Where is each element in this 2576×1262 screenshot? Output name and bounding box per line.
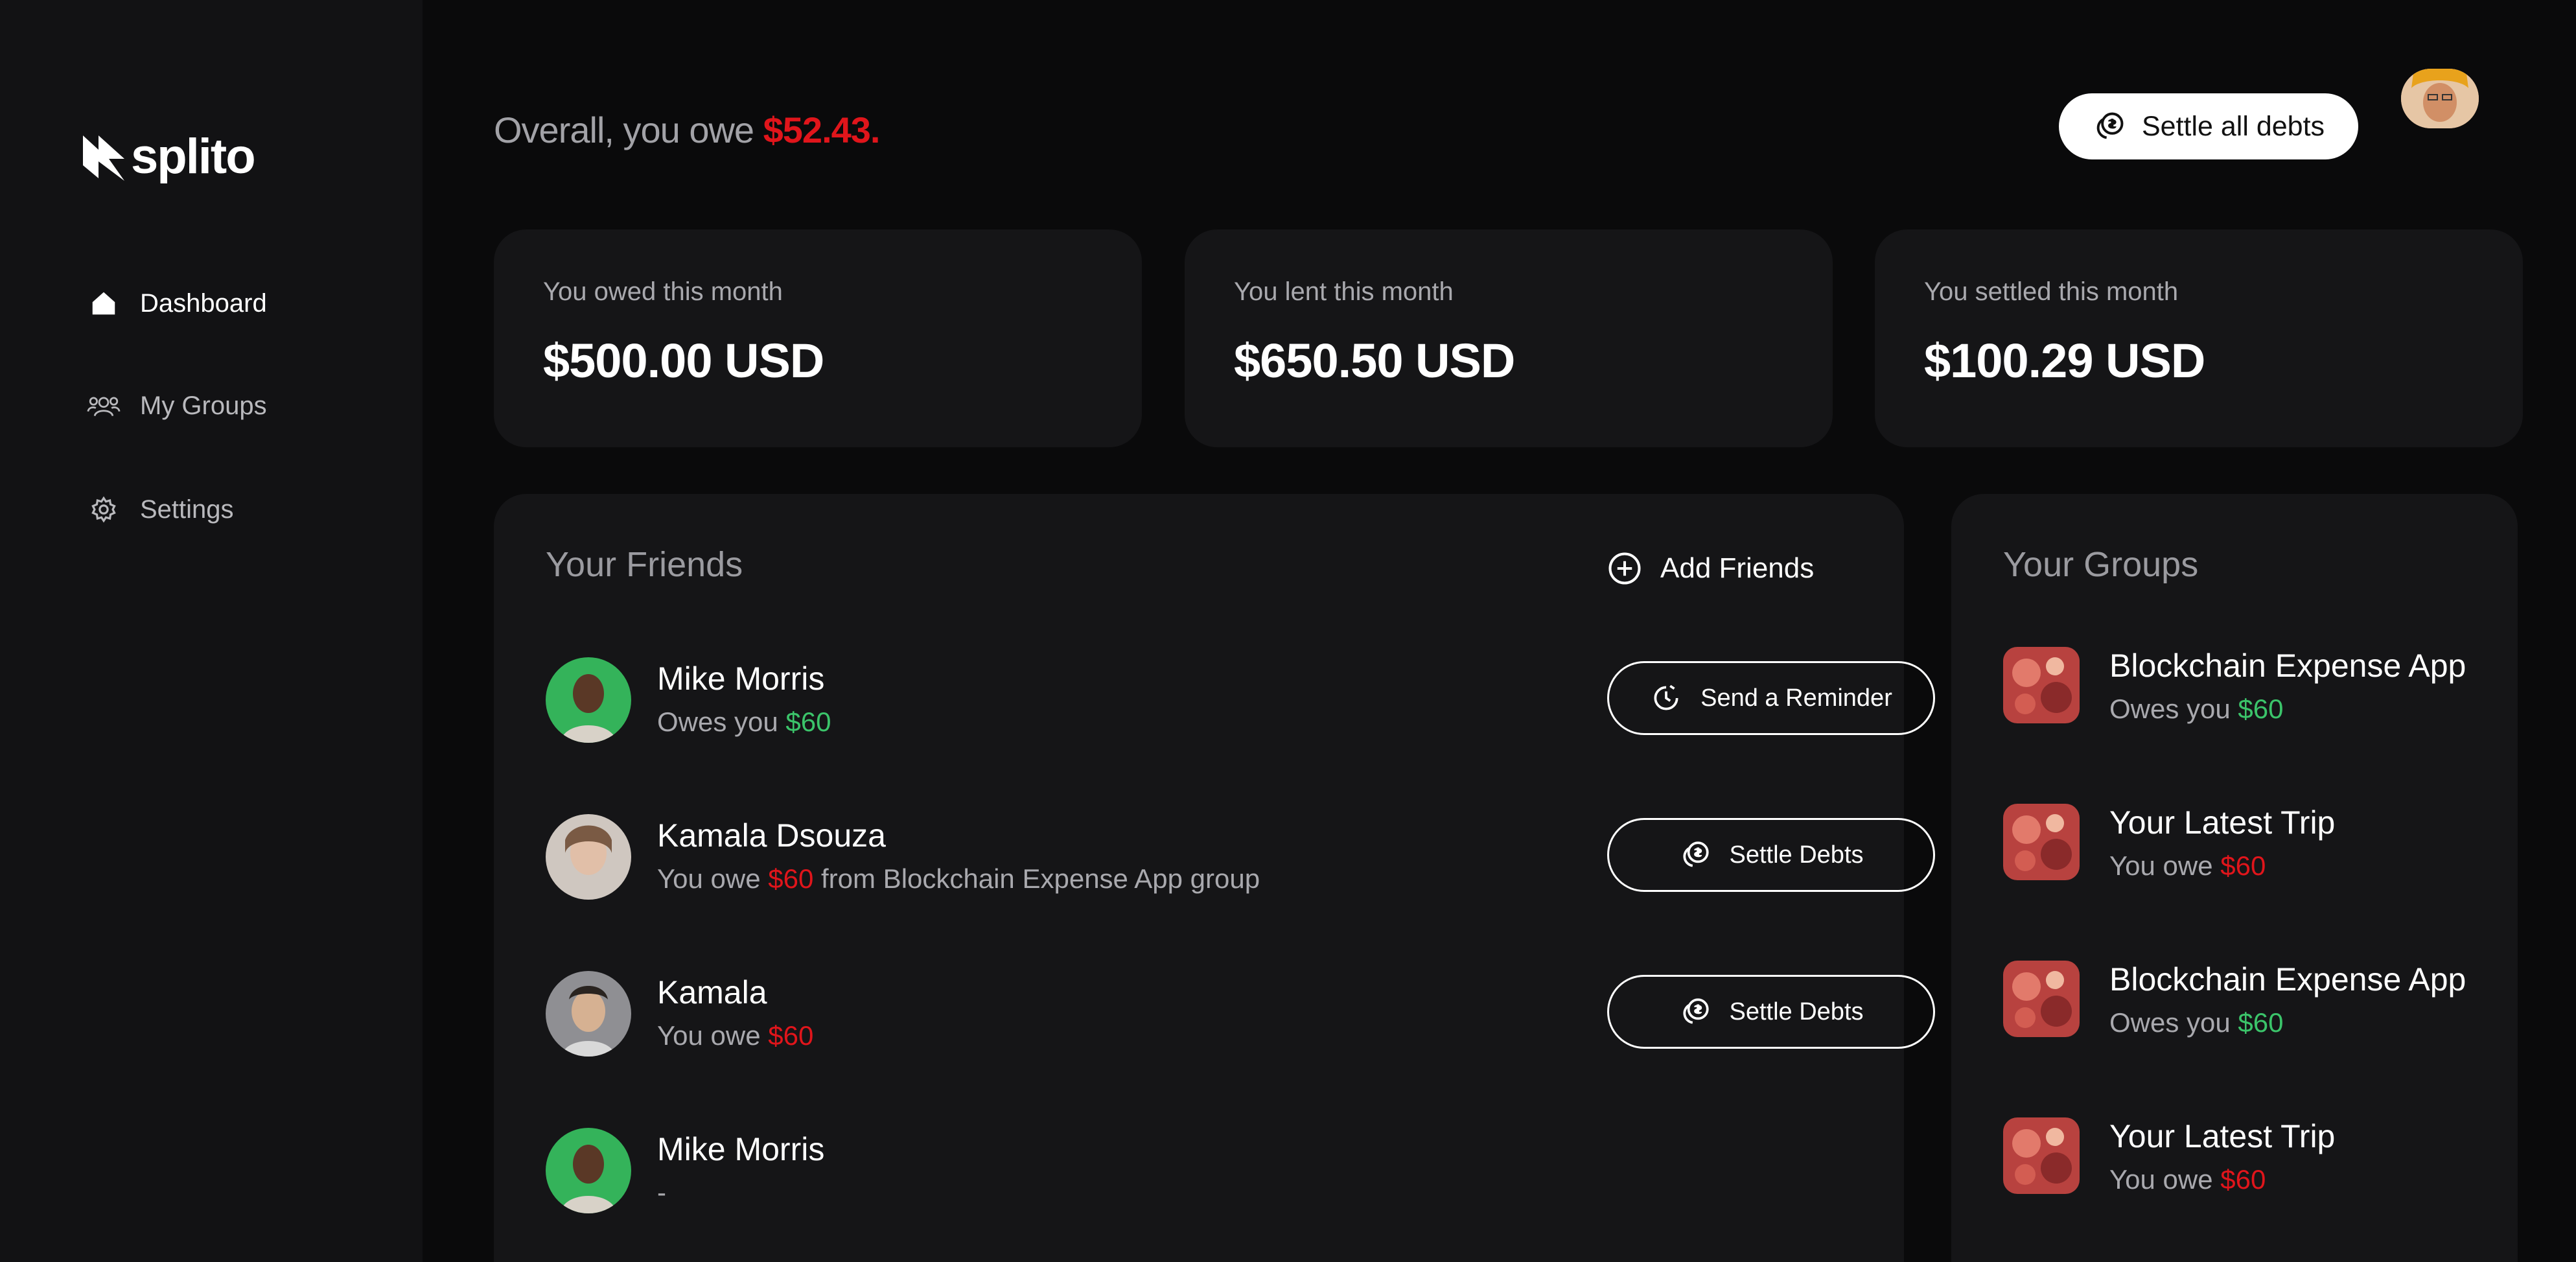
overall-amount: $52.43. bbox=[763, 110, 881, 150]
friend-row: Kamala You owe $60 Settle Debts bbox=[546, 971, 1935, 1062]
sidebar-item-settings[interactable]: Settings bbox=[87, 493, 234, 526]
logo-icon bbox=[83, 135, 124, 181]
stat-label: You owed this month bbox=[543, 277, 783, 306]
sidebar-item-dashboard[interactable]: Dashboard bbox=[87, 286, 267, 320]
friend-avatar bbox=[546, 1128, 631, 1213]
settle-debts-label: Settle Debts bbox=[1729, 841, 1864, 869]
sidebar-item-label: Dashboard bbox=[140, 288, 267, 318]
friend-name: Kamala bbox=[657, 974, 767, 1011]
group-balance: You owe $60 bbox=[2109, 850, 2266, 881]
group-thumbnail bbox=[2003, 961, 2080, 1037]
sidebar-item-label: My Groups bbox=[140, 391, 267, 420]
friend-balance: Owes you $60 bbox=[657, 707, 831, 737]
gear-icon bbox=[87, 493, 121, 526]
stat-card-lent: You lent this month $650.50 USD bbox=[1185, 229, 1833, 447]
group-name: Your Latest Trip bbox=[2109, 804, 2336, 841]
stat-label: You settled this month bbox=[1924, 277, 2179, 306]
friend-balance: - bbox=[657, 1177, 666, 1208]
user-avatar[interactable] bbox=[2401, 69, 2479, 128]
friends-title: Your Friends bbox=[546, 545, 743, 584]
group-row[interactable]: Blockchain Expense App Owes you $60 bbox=[2003, 961, 2496, 1051]
friend-name: Mike Morris bbox=[657, 1131, 825, 1167]
group-balance: Owes you $60 bbox=[2109, 1007, 2284, 1038]
stat-card-owed: You owed this month $500.00 USD bbox=[494, 229, 1142, 447]
group-row[interactable]: Your Latest Trip You owe $60 bbox=[2003, 1117, 2496, 1208]
group-row[interactable]: Blockchain Expense App Owes you $60 bbox=[2003, 647, 2496, 738]
group-name: Your Latest Trip bbox=[2109, 1118, 2336, 1154]
coins-icon bbox=[1682, 998, 1709, 1024]
overall-balance: Overall, you owe $52.43. bbox=[494, 109, 881, 151]
settle-debts-button[interactable]: Settle Debts bbox=[1607, 975, 1935, 1049]
logo-text: splito bbox=[131, 129, 256, 184]
group-row[interactable]: Your Latest Trip You owe $60 bbox=[2003, 804, 2496, 894]
sidebar-item-label: Settings bbox=[140, 495, 234, 524]
friend-name: Kamala Dsouza bbox=[657, 817, 886, 854]
stat-value: $100.29 USD bbox=[1924, 334, 2205, 388]
sidebar: splito Dashboard My Groups Settings bbox=[0, 0, 423, 1262]
friend-avatar bbox=[546, 971, 631, 1057]
friend-balance: You owe $60 bbox=[657, 1020, 814, 1051]
friends-panel: Your Friends Add Friends Mike Morris Owe… bbox=[494, 494, 1935, 1262]
group-name: Blockchain Expense App bbox=[2109, 648, 2466, 684]
friend-avatar bbox=[546, 657, 631, 743]
stat-label: You lent this month bbox=[1234, 277, 1454, 306]
home-icon bbox=[87, 286, 121, 320]
send-reminder-button[interactable]: Send a Reminder bbox=[1607, 661, 1935, 735]
send-reminder-label: Send a Reminder bbox=[1700, 684, 1892, 712]
group-thumbnail bbox=[2003, 1117, 2080, 1194]
add-friends-button[interactable]: Add Friends bbox=[1607, 551, 1814, 586]
groups-title: Your Groups bbox=[2003, 545, 2199, 584]
plus-circle-icon bbox=[1608, 552, 1641, 585]
friend-row: Kamala Dsouza You owe $60 from Blockchai… bbox=[546, 814, 1935, 905]
settle-all-debts-button[interactable]: Settle all debts bbox=[2059, 93, 2358, 159]
add-friends-label: Add Friends bbox=[1660, 552, 1815, 584]
group-thumbnail bbox=[2003, 804, 2080, 880]
groups-panel: Your Groups Blockchain Expense App Owes … bbox=[1951, 494, 2518, 1262]
settle-debts-button[interactable]: Settle Debts bbox=[1607, 818, 1935, 892]
stat-value: $650.50 USD bbox=[1234, 334, 1515, 388]
group-thumbnail bbox=[2003, 647, 2080, 723]
friend-row: Mike Morris Owes you $60 Send a Reminder bbox=[546, 657, 1935, 748]
overall-prefix: Overall, you owe bbox=[494, 110, 763, 150]
users-icon bbox=[87, 389, 121, 423]
coins-icon bbox=[2096, 112, 2124, 139]
group-name: Blockchain Expense App bbox=[2109, 961, 2466, 998]
settle-debts-label: Settle Debts bbox=[1729, 998, 1864, 1025]
coins-icon bbox=[1682, 841, 1709, 867]
user-avatar-image bbox=[2401, 69, 2479, 128]
clock-icon bbox=[1654, 684, 1678, 710]
friend-name: Mike Morris bbox=[657, 660, 825, 697]
settle-all-label: Settle all debts bbox=[2141, 110, 2325, 142]
friend-balance: You owe $60 from Blockchain Expense App … bbox=[657, 863, 1260, 894]
stat-card-settled: You settled this month $100.29 USD bbox=[1875, 229, 2523, 447]
friend-avatar bbox=[546, 814, 631, 900]
sidebar-item-my-groups[interactable]: My Groups bbox=[87, 389, 267, 423]
friend-row: Mike Morris - bbox=[546, 1128, 1865, 1219]
stat-value: $500.00 USD bbox=[543, 334, 824, 388]
group-balance: Owes you $60 bbox=[2109, 694, 2284, 724]
group-balance: You owe $60 bbox=[2109, 1164, 2266, 1195]
app-logo[interactable]: splito bbox=[80, 128, 256, 185]
